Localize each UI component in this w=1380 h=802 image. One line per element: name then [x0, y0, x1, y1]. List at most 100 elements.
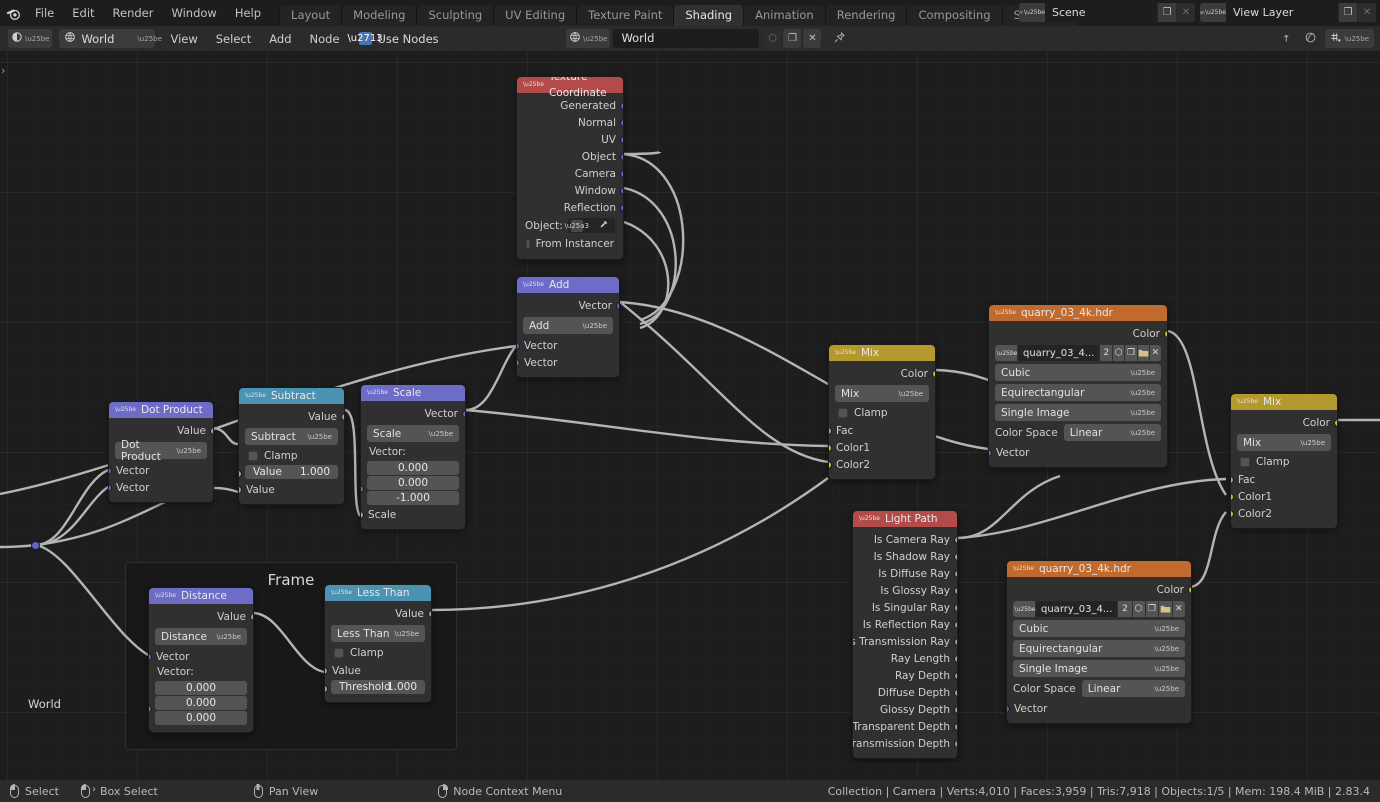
input-vector-1[interactable]: Vector	[109, 462, 213, 479]
input-color1[interactable]: Color1	[829, 439, 935, 456]
node-vector-scale[interactable]: \u25be Scale Vector Scale \u25be Vector:…	[360, 384, 466, 530]
menu-help[interactable]: Help	[226, 0, 270, 26]
socket-value-2[interactable]	[239, 485, 242, 494]
input-vector[interactable]: Vector	[989, 444, 1167, 461]
world-datablock-icon-button[interactable]: \u25be	[566, 29, 611, 48]
threshold-field-row[interactable]: Threshold 1.000	[325, 680, 431, 696]
menu-edit[interactable]: Edit	[63, 0, 103, 26]
editor-menu-select[interactable]: Select	[207, 26, 260, 52]
output-is-reflection-ray[interactable]: Is Reflection Ray	[853, 616, 957, 633]
scene-unlink-button[interactable]: ✕	[1176, 3, 1195, 22]
socket-transmission-depth[interactable]	[954, 739, 957, 748]
output-window[interactable]: Window	[517, 182, 623, 199]
image-name-field[interactable]: quarry_03_4...	[1018, 345, 1100, 361]
vector-y-field[interactable]: 0.000	[367, 476, 459, 490]
socket-value-out[interactable]	[428, 609, 431, 618]
node-distance[interactable]: \u25be Distance Value Distance \u25be Ve…	[148, 587, 254, 733]
view-layer-name[interactable]: View Layer	[1226, 3, 1338, 22]
interpolation-dropdown[interactable]: Cubic \u25be	[1013, 620, 1185, 637]
socket-fac[interactable]	[829, 426, 832, 435]
input-vector-1[interactable]: Vector	[149, 648, 253, 665]
reroute-node[interactable]	[31, 541, 40, 550]
socket-value-out[interactable]	[250, 612, 253, 621]
node-texture-coordinate[interactable]: \u25be Texture Coordinate Generated Norm…	[516, 76, 624, 260]
editor-menu-node[interactable]: Node	[301, 26, 349, 52]
image-name-field[interactable]: quarry_03_4...	[1036, 601, 1118, 617]
node-header[interactable]: \u25be Add	[517, 277, 619, 293]
eyedropper-icon[interactable]	[598, 219, 612, 233]
socket-camera[interactable]	[620, 169, 623, 178]
output-ray-depth[interactable]: Ray Depth	[853, 667, 957, 684]
vector-z-field[interactable]: 0.000	[155, 711, 247, 725]
socket-vector-2[interactable]	[109, 483, 112, 492]
collapse-triangle-icon[interactable]: \u25be	[523, 277, 544, 293]
workspace-tab-sculpting[interactable]: Sculpting	[416, 5, 494, 26]
socket-threshold[interactable]	[325, 685, 328, 693]
input-fac[interactable]: Fac	[1231, 471, 1337, 488]
node-editor-canvas[interactable]: › World Frame \u25be Texture Coordinate …	[0, 52, 1380, 780]
from-instancer-toggle[interactable]: From Instancer	[517, 236, 623, 252]
checkbox-icon[interactable]	[334, 648, 344, 658]
pin-icon[interactable]	[833, 31, 846, 47]
node-vector-add[interactable]: \u25be Add Vector Add \u25be Vector Vect…	[516, 276, 620, 378]
socket-color-out[interactable]	[932, 369, 935, 378]
socket-color2[interactable]	[1231, 509, 1234, 518]
socket-vector-2[interactable]	[149, 705, 152, 713]
vector-y-field[interactable]: 0.000	[155, 696, 247, 710]
collapse-triangle-icon[interactable]: \u25be	[835, 345, 856, 361]
collapse-triangle-icon[interactable]: \u25be	[367, 385, 388, 401]
checkbox-icon[interactable]	[526, 239, 530, 249]
use-nodes-toggle[interactable]: \u2713 Use Nodes	[347, 32, 438, 46]
node-header[interactable]: \u25be quarry_03_4k.hdr	[989, 305, 1167, 321]
socket-vector[interactable]	[1007, 704, 1010, 713]
input-fac[interactable]: Fac	[829, 422, 935, 439]
output-is-shadow-ray[interactable]: Is Shadow Ray	[853, 548, 957, 565]
node-header[interactable]: \u25be Light Path	[853, 511, 957, 527]
socket-vector-1[interactable]	[517, 341, 520, 350]
socket-value-out[interactable]	[341, 412, 344, 421]
socket-is-glossy-ray[interactable]	[954, 586, 957, 595]
clamp-toggle[interactable]: Clamp	[1231, 454, 1337, 470]
workspace-tab-shading[interactable]: Shading	[673, 5, 744, 26]
scene-icon[interactable]: \u25be	[1019, 3, 1045, 22]
blender-logo-icon[interactable]	[0, 0, 26, 26]
operation-dropdown[interactable]: Subtract \u25be	[245, 428, 338, 445]
output-generated[interactable]: Generated	[517, 97, 623, 114]
input-scale[interactable]: Scale	[361, 506, 465, 523]
output-color[interactable]: Color	[829, 365, 935, 382]
socket-normal[interactable]	[620, 118, 623, 127]
open-image-button[interactable]	[1159, 601, 1172, 617]
input-vector-2[interactable]: Vector	[517, 354, 619, 371]
node-mix-right[interactable]: \u25be Mix Color Mix \u25be Clamp Fac Co…	[1230, 393, 1338, 529]
collapse-triangle-icon[interactable]: \u25be	[115, 402, 136, 418]
socket-glossy-depth[interactable]	[954, 705, 957, 714]
vector-x-field[interactable]: 0.000	[367, 461, 459, 475]
blend-mode-dropdown[interactable]: Mix \u25be	[835, 385, 929, 402]
scene-name[interactable]: Scene	[1045, 3, 1157, 22]
fake-user-button[interactable]: ⬡	[1132, 601, 1145, 617]
node-environment-texture-top[interactable]: \u25be quarry_03_4k.hdr Color \u25be qua…	[988, 304, 1168, 468]
new-image-button[interactable]: ❐	[1125, 345, 1137, 361]
projection-dropdown[interactable]: Equirectangular \u25be	[995, 384, 1161, 401]
socket-vector-out[interactable]	[462, 409, 465, 418]
image-users-count[interactable]: 2	[1100, 345, 1113, 361]
output-ray-length[interactable]: Ray Length	[853, 650, 957, 667]
node-header[interactable]: \u25be Mix	[1231, 394, 1337, 410]
checkbox-icon[interactable]	[838, 408, 848, 418]
shader-type-selector[interactable]: World \u25be	[59, 29, 162, 48]
input-vector[interactable]: Vector	[1007, 700, 1191, 717]
clamp-toggle[interactable]: Clamp	[325, 645, 431, 661]
socket-color-out[interactable]	[1334, 418, 1337, 427]
workspace-tab-rendering[interactable]: Rendering	[824, 5, 907, 26]
socket-diffuse-depth[interactable]	[954, 688, 957, 697]
node-header[interactable]: \u25be Dot Product	[109, 402, 213, 418]
node-less-than[interactable]: \u25be Less Than Value Less Than \u25be …	[324, 584, 432, 703]
output-uv[interactable]: UV	[517, 131, 623, 148]
image-browse-button[interactable]: \u25be	[995, 345, 1017, 361]
socket-value-1[interactable]	[239, 470, 242, 478]
sidebar-toggle-icon[interactable]: ›	[1, 64, 5, 77]
source-dropdown[interactable]: Single Image \u25be	[1013, 660, 1185, 677]
output-normal[interactable]: Normal	[517, 114, 623, 131]
node-dot-product[interactable]: \u25be Dot Product Value Dot Product \u2…	[108, 401, 214, 503]
checkbox-icon[interactable]	[1240, 457, 1250, 467]
